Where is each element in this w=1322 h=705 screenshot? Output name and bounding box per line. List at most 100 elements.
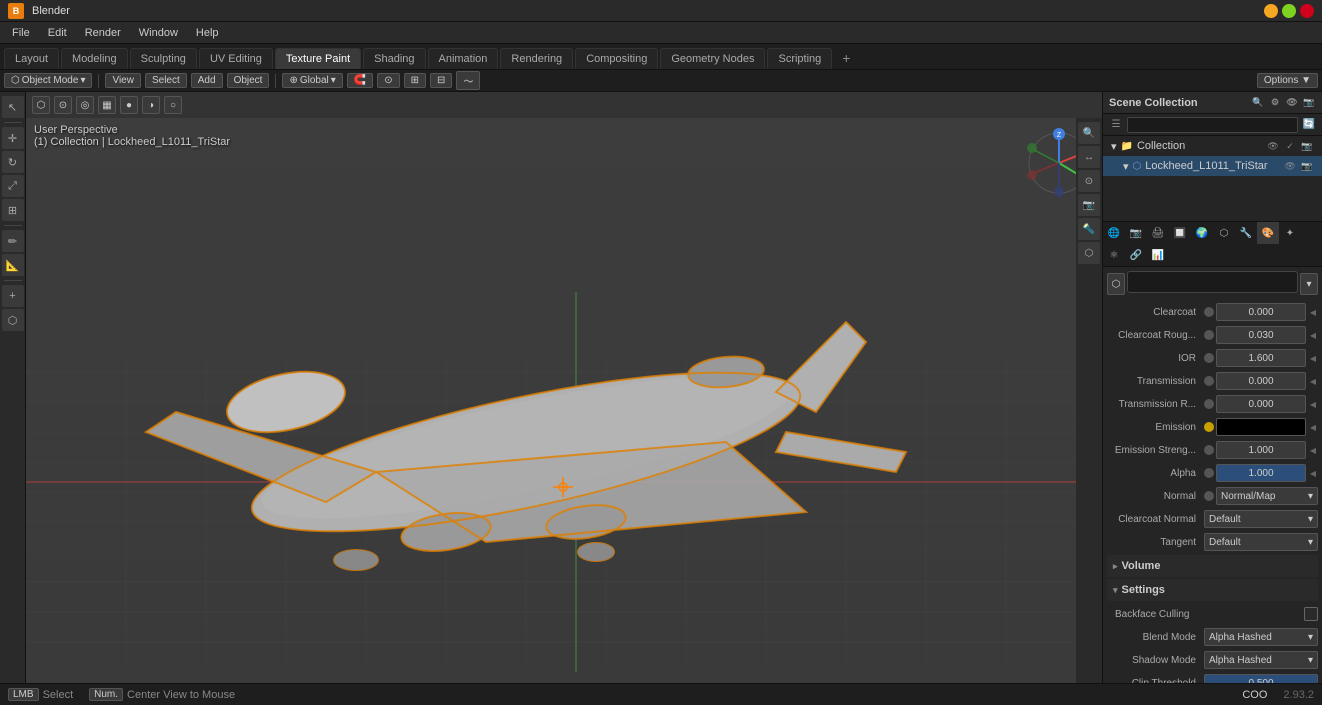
outliner-eye[interactable]: 👁 xyxy=(1285,96,1299,110)
prop-tab-output[interactable]: 🖨 xyxy=(1147,222,1169,244)
tab-layout[interactable]: Layout xyxy=(4,48,59,69)
menu-edit[interactable]: Edit xyxy=(40,25,75,41)
tool-add[interactable]: + xyxy=(2,285,24,307)
object-visibility[interactable]: 👁 xyxy=(1283,159,1297,173)
prop-dropdown-btn[interactable]: ▾ xyxy=(1300,273,1318,295)
outliner-item-collection[interactable]: ▾ 📁 Collection 👁 ✓ 📷 xyxy=(1103,136,1322,156)
outliner-sync[interactable]: 🔄 xyxy=(1300,116,1318,134)
shading-lookdev[interactable]: ◑ xyxy=(142,96,160,114)
blend-mode-dropdown[interactable]: Alpha Hashed ▾ xyxy=(1204,628,1318,646)
clearcoat-value[interactable]: 0.000 xyxy=(1216,303,1306,321)
prop-tab-data[interactable]: 📊 xyxy=(1147,244,1169,266)
prop-tab-material[interactable]: 🎨 xyxy=(1257,222,1279,244)
options-button[interactable]: Options ▼ xyxy=(1257,73,1318,88)
outliner-item-lockheed[interactable]: ▾ ⬡ Lockheed_L1011_TriStar 👁 📷 xyxy=(1103,156,1322,176)
prop-tab-scene[interactable]: 🌐 xyxy=(1103,222,1125,244)
transmission-value[interactable]: 0.000 xyxy=(1216,372,1306,390)
tool-scale[interactable]: ⤢ xyxy=(2,175,24,197)
tangent-dropdown[interactable]: Default ▾ xyxy=(1204,533,1318,551)
tab-sculpting[interactable]: Sculpting xyxy=(130,48,197,69)
viewport-icon-1[interactable]: 🔍 xyxy=(1078,122,1100,144)
transmission-r-value[interactable]: 0.000 xyxy=(1216,395,1306,413)
add-menu[interactable]: Add xyxy=(191,73,223,88)
clearcoat-normal-dropdown[interactable]: Default ▾ xyxy=(1204,510,1318,528)
emission-strength-value[interactable]: 1.000 xyxy=(1216,441,1306,459)
viewport-icon-6[interactable]: ⬡ xyxy=(1078,242,1100,264)
snap-button[interactable]: 🧲 xyxy=(347,73,373,88)
clearcoat-roughness-value[interactable]: 0.030 xyxy=(1216,326,1306,344)
viewport-overlay[interactable]: ⊙ xyxy=(54,96,72,114)
shading-solid[interactable]: ● xyxy=(120,96,138,114)
proportional-edit[interactable]: ⊙ xyxy=(377,73,399,88)
shadow-mode-dropdown[interactable]: Alpha Hashed ▾ xyxy=(1204,651,1318,669)
menu-file[interactable]: File xyxy=(4,25,38,41)
prop-tab-physics[interactable]: ⚛ xyxy=(1103,244,1125,266)
prop-search-input[interactable] xyxy=(1127,271,1298,293)
header-icon-2[interactable]: ⊟ xyxy=(430,73,452,88)
maximize-button[interactable] xyxy=(1282,4,1296,18)
outliner-filter-type[interactable]: ☰ xyxy=(1107,116,1125,134)
prop-tab-modifiers[interactable]: 🔧 xyxy=(1235,222,1257,244)
outliner-search-input[interactable] xyxy=(1127,117,1298,133)
viewport[interactable]: User Perspective (1) Collection | Lockhe… xyxy=(26,92,1102,683)
settings-section[interactable]: ▾ Settings xyxy=(1107,579,1318,601)
clip-threshold-value[interactable]: 0.500 xyxy=(1204,674,1318,683)
viewport-icon-4[interactable]: 📷 xyxy=(1078,194,1100,216)
shading-render[interactable]: ○ xyxy=(164,96,182,114)
prop-tab-particles[interactable]: ✦ xyxy=(1279,222,1301,244)
tab-compositing[interactable]: Compositing xyxy=(575,48,658,69)
close-button[interactable] xyxy=(1300,4,1314,18)
tool-transform[interactable]: ⊞ xyxy=(2,199,24,221)
prop-tab-constraints[interactable]: 🔗 xyxy=(1125,244,1147,266)
menu-render[interactable]: Render xyxy=(77,25,129,41)
viewport-shading-solid[interactable]: ⬡ xyxy=(32,96,50,114)
viewport-icon-3[interactable]: ⊙ xyxy=(1078,170,1100,192)
prop-tab-object[interactable]: ⬡ xyxy=(1213,222,1235,244)
menu-help[interactable]: Help xyxy=(188,25,227,41)
emission-value[interactable] xyxy=(1216,418,1306,436)
viewport-icon-2[interactable]: ↔ xyxy=(1078,146,1100,168)
outliner-options[interactable]: ⚙ xyxy=(1268,96,1282,110)
tool-annotate[interactable]: ✏ xyxy=(2,230,24,252)
object-render[interactable]: 📷 xyxy=(1300,159,1314,173)
object-menu[interactable]: Object xyxy=(227,73,270,88)
volume-section[interactable]: ▸ Volume xyxy=(1107,555,1318,577)
collection-visibility[interactable]: 👁 xyxy=(1266,139,1280,153)
prop-material-slot[interactable]: ⬡ xyxy=(1107,273,1125,295)
normal-dropdown[interactable]: Normal/Map ▾ xyxy=(1216,487,1318,505)
prop-tab-world[interactable]: 🌍 xyxy=(1191,222,1213,244)
viewport-xray[interactable]: ◎ xyxy=(76,96,94,114)
select-menu[interactable]: Select xyxy=(145,73,187,88)
tab-uv-editing[interactable]: UV Editing xyxy=(199,48,273,69)
add-workspace-button[interactable]: + xyxy=(834,47,858,69)
tool-measure[interactable]: 📐 xyxy=(2,254,24,276)
outliner-filter[interactable]: 🔍 xyxy=(1251,96,1265,110)
tab-animation[interactable]: Animation xyxy=(428,48,499,69)
tab-geometry-nodes[interactable]: Geometry Nodes xyxy=(660,48,765,69)
alpha-value[interactable]: 1.000 xyxy=(1216,464,1306,482)
tab-rendering[interactable]: Rendering xyxy=(500,48,573,69)
backface-culling-toggle[interactable] xyxy=(1304,607,1318,621)
collection-render[interactable]: 📷 xyxy=(1300,139,1314,153)
viewport-icon-5[interactable]: 🔦 xyxy=(1078,218,1100,240)
header-icon-1[interactable]: ⊞ xyxy=(404,73,426,88)
prop-tab-view-layer[interactable]: 🔲 xyxy=(1169,222,1191,244)
menu-window[interactable]: Window xyxy=(131,25,186,41)
minimize-button[interactable] xyxy=(1264,4,1278,18)
ior-value[interactable]: 1.600 xyxy=(1216,349,1306,367)
tab-scripting[interactable]: Scripting xyxy=(767,48,832,69)
shading-wire[interactable]: ▦ xyxy=(98,96,116,114)
tool-move[interactable]: ✛ xyxy=(2,127,24,149)
tab-shading[interactable]: Shading xyxy=(363,48,425,69)
tab-modeling[interactable]: Modeling xyxy=(61,48,128,69)
view-menu[interactable]: View xyxy=(105,73,141,88)
tool-misc[interactable]: ⬡ xyxy=(2,309,24,331)
prop-tab-render[interactable]: 📷 xyxy=(1125,222,1147,244)
outliner-camera[interactable]: 📷 xyxy=(1302,96,1316,110)
tool-rotate[interactable]: ↻ xyxy=(2,151,24,173)
header-icon-3[interactable]: 〜 xyxy=(456,71,480,90)
tab-texture-paint[interactable]: Texture Paint xyxy=(275,48,361,69)
tool-cursor[interactable]: ↖ xyxy=(2,96,24,118)
transform-orientation[interactable]: ⊕ Global ▾ xyxy=(282,73,342,88)
mode-selector[interactable]: ⬡ Object Mode ▾ xyxy=(4,73,92,88)
